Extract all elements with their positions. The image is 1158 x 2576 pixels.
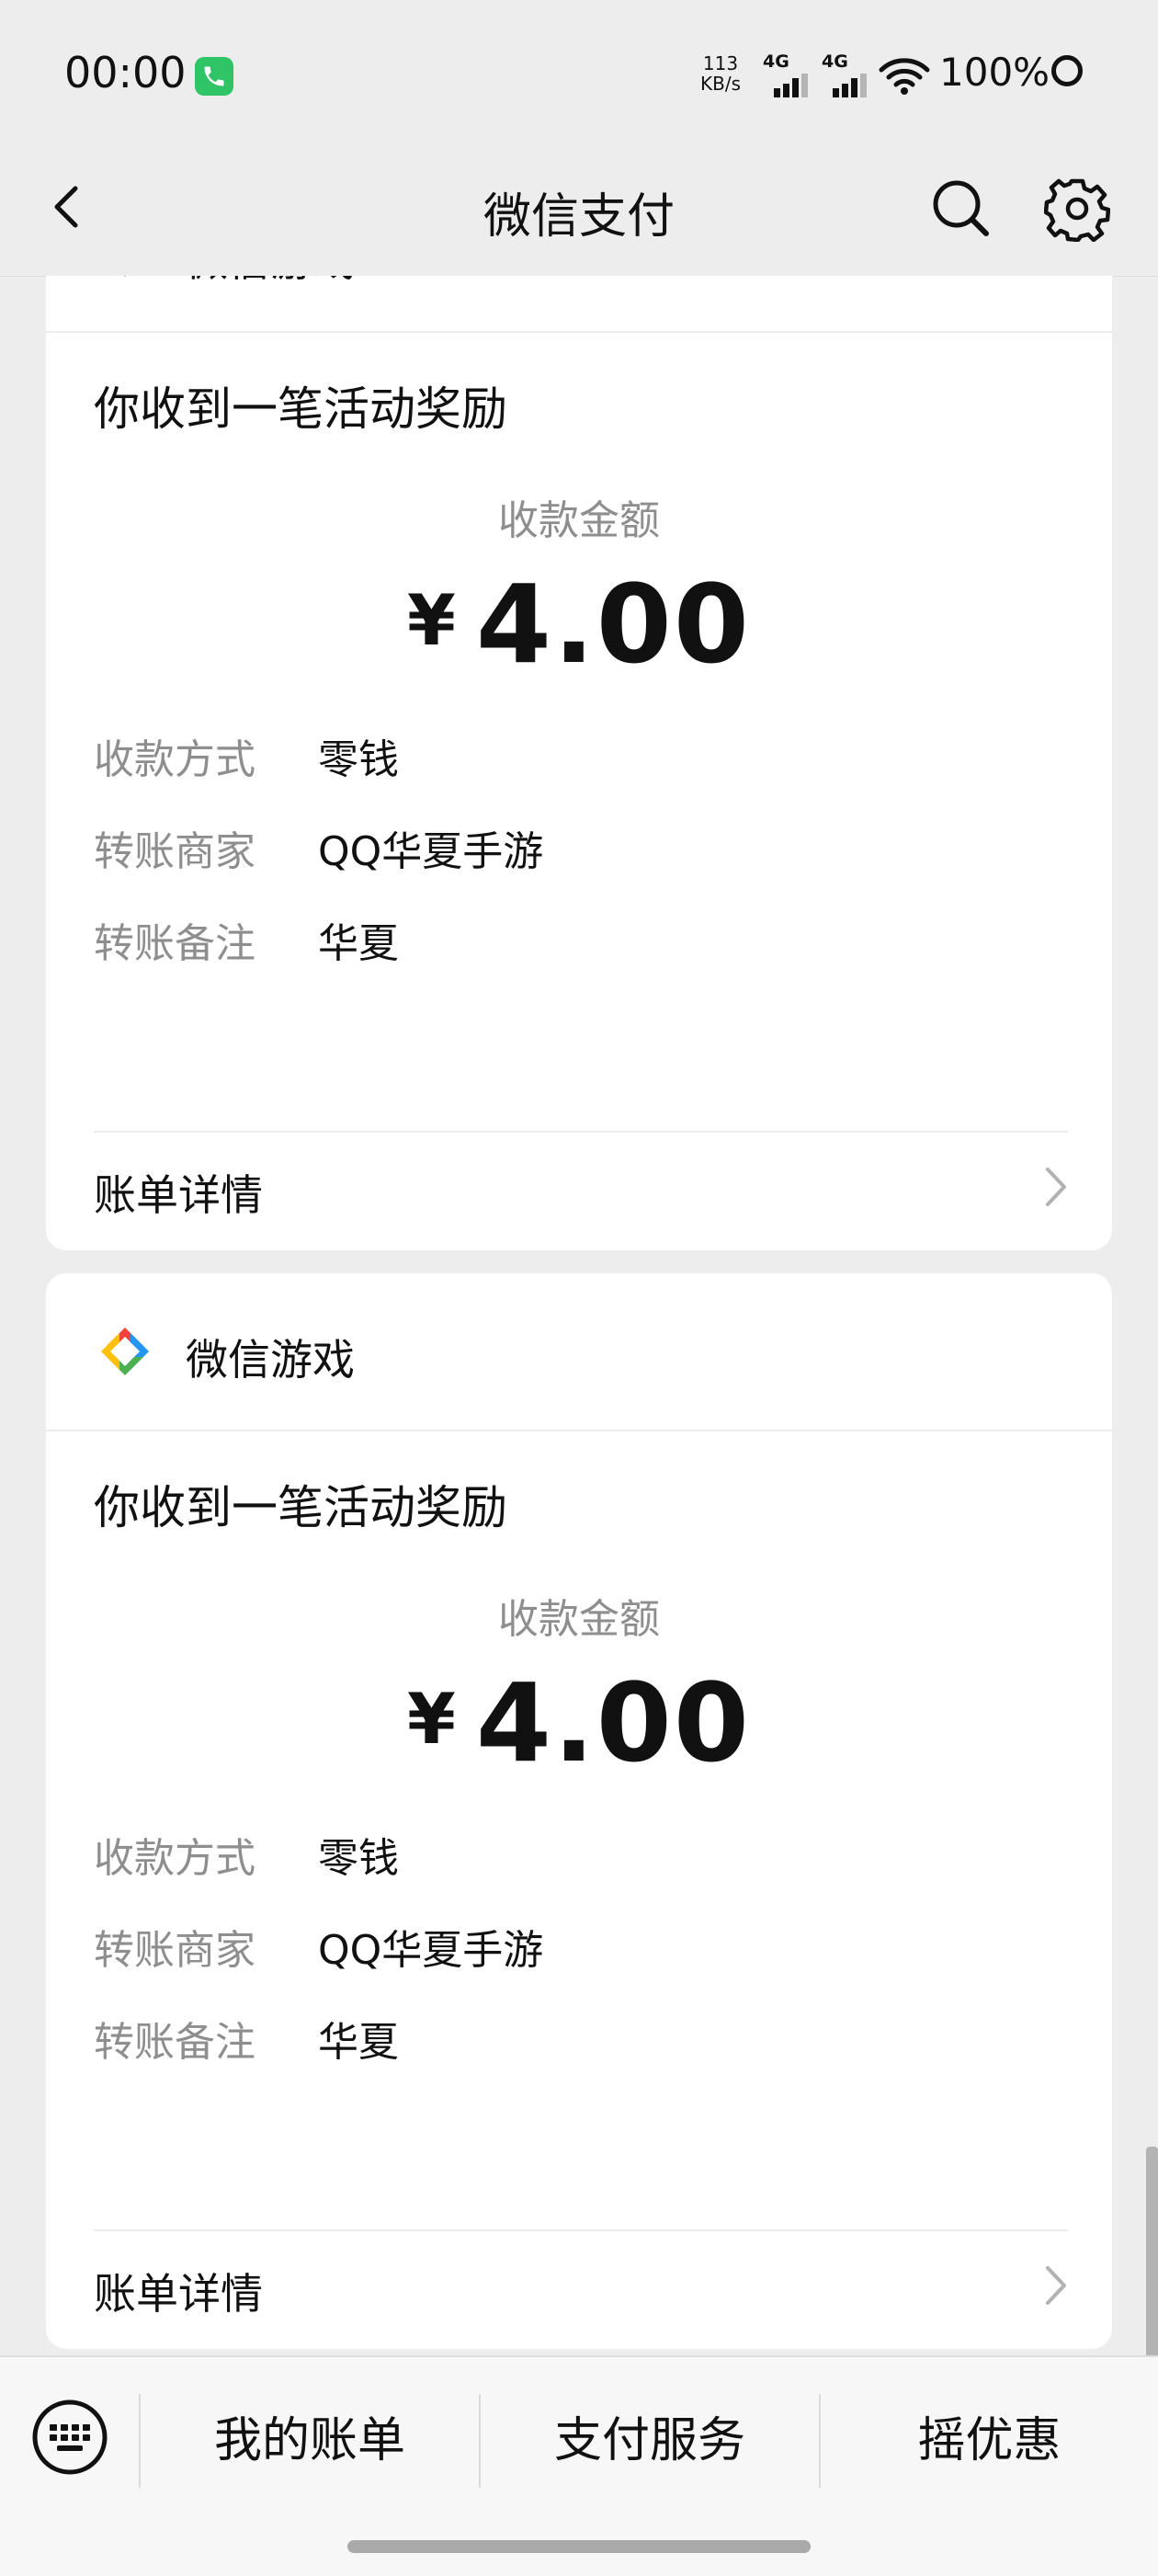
battery-level: 100% — [939, 50, 1050, 95]
row-value: 零钱 — [318, 736, 399, 783]
detail-row-remark: 转账备注 华夏 — [94, 910, 399, 967]
row-value: 零钱 — [318, 1835, 399, 1882]
amount-value: ¥4.00 — [46, 1659, 1112, 1786]
wechat-game-logo-icon — [101, 1328, 149, 1375]
row-key: 转账商家 — [94, 828, 255, 875]
bill-details-label: 账单详情 — [94, 2269, 263, 2319]
detail-row-merchant: 转账商家 QQ华夏手游 — [94, 1917, 544, 1974]
row-key: 转账备注 — [94, 2019, 255, 2066]
currency-symbol: ¥ — [406, 579, 456, 661]
chevron-right-icon — [1046, 1168, 1066, 1206]
amount-label: 收款金额 — [498, 1596, 660, 1643]
amount-number: 4.00 — [475, 561, 752, 688]
sim2-network-type: 4G — [822, 51, 848, 72]
tab-payment-services[interactable]: 支付服务 — [481, 2394, 819, 2488]
notice-headline: 你收到一笔活动奖励 — [94, 382, 507, 436]
row-value: QQ华夏手游 — [318, 1927, 544, 1974]
row-key: 收款方式 — [94, 1835, 255, 1882]
detail-row-merchant: 转账商家 QQ华夏手游 — [94, 818, 544, 875]
amount-value: ¥4.00 — [46, 561, 1112, 688]
detail-row-payment-method: 收款方式 零钱 — [94, 1825, 399, 1882]
sim1-network-type: 4G — [763, 51, 789, 72]
row-key: 转账备注 — [94, 920, 255, 967]
nav-bar: 微信支付 — [0, 152, 1158, 277]
net-speed-unit: KB/s — [700, 73, 741, 95]
amount-label: 收款金额 — [498, 497, 660, 544]
card-header: 微信游戏 — [46, 1273, 1112, 1431]
notice-headline: 你收到一笔活动奖励 — [94, 1481, 507, 1534]
chevron-right-icon — [1046, 2266, 1066, 2305]
bill-details-link[interactable]: 账单详情 — [46, 2231, 1112, 2342]
battery-ring-icon — [1051, 55, 1083, 86]
detail-row-remark: 转账备注 华夏 — [94, 2009, 399, 2066]
wechat-game-logo-icon — [124, 276, 126, 277]
search-icon[interactable] — [928, 176, 993, 240]
sim2-signal-icon: 4G — [822, 51, 873, 97]
tab-shake-deals[interactable]: 摇优惠 — [821, 2394, 1158, 2488]
brand-name: 微信游戏 — [186, 276, 355, 289]
net-speed: 113 KB/s — [695, 53, 746, 94]
status-time: 00:00 — [64, 48, 187, 97]
message-list[interactable]: 微信游戏 你收到一笔活动奖励 收款金额 ¥4.00 收款方式零钱 转账商家QQ华… — [0, 276, 1158, 2355]
payment-card: 微信游戏 你收到一笔活动奖励 收款金额 ¥4.00 收款方式 零钱 转账商家 QQ华… — [46, 276, 1112, 1250]
wifi-icon — [879, 58, 930, 95]
detail-row-payment-method: 收款方式 零钱 — [94, 726, 399, 783]
payment-card: 微信游戏 你收到一笔活动奖励 收款金额 ¥4.00 收款方式 零钱 转账商家 QQ华… — [46, 1273, 1112, 2349]
row-value: QQ华夏手游 — [318, 828, 544, 875]
brand-name: 微信游戏 — [186, 1335, 355, 1385]
gear-icon[interactable] — [1044, 176, 1110, 242]
card-header: 微信游戏 — [46, 276, 1112, 333]
amount-number: 4.00 — [475, 1659, 752, 1786]
sim1-signal-icon: 4G — [763, 51, 814, 97]
currency-symbol: ¥ — [406, 1678, 456, 1760]
call-icon — [195, 57, 233, 96]
status-bar: 00:00 113 KB/s 4G 4G 100% — [0, 0, 1158, 152]
row-value: 华夏 — [318, 2019, 399, 2066]
tab-my-bills[interactable]: 我的账单 — [141, 2394, 479, 2488]
row-key: 转账商家 — [94, 1927, 255, 1974]
row-key: 收款方式 — [94, 736, 255, 783]
bottom-menu-bar: 我的账单 支付服务 摇优惠 — [0, 2355, 1158, 2576]
home-indicator[interactable] — [347, 2540, 811, 2553]
bill-details-label: 账单详情 — [94, 1170, 263, 1220]
scrollbar[interactable] — [1146, 2147, 1158, 2358]
net-speed-value: 113 — [702, 52, 739, 74]
row-value: 华夏 — [318, 920, 399, 967]
keyboard-icon[interactable] — [31, 2399, 108, 2476]
bill-details-link[interactable]: 账单详情 — [46, 1133, 1112, 1243]
